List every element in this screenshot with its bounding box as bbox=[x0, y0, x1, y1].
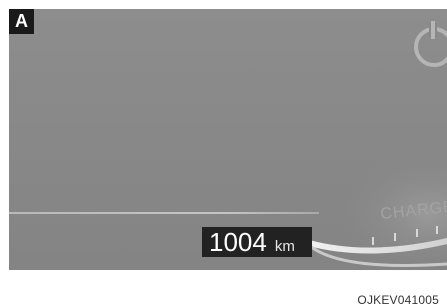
power-icon bbox=[414, 21, 447, 67]
figure: CHARGE A 1004 km OJKEV041005 bbox=[0, 0, 447, 308]
odometer-readout: 1004 km bbox=[202, 227, 312, 257]
cluster-display: CHARGE A 1004 km bbox=[9, 9, 447, 270]
figure-code: OJKEV041005 bbox=[357, 293, 439, 307]
panel-label: A bbox=[9, 9, 34, 34]
odometer-value: 1004 bbox=[209, 227, 267, 257]
divider-line bbox=[9, 212, 319, 214]
odometer-unit: km bbox=[274, 238, 295, 255]
